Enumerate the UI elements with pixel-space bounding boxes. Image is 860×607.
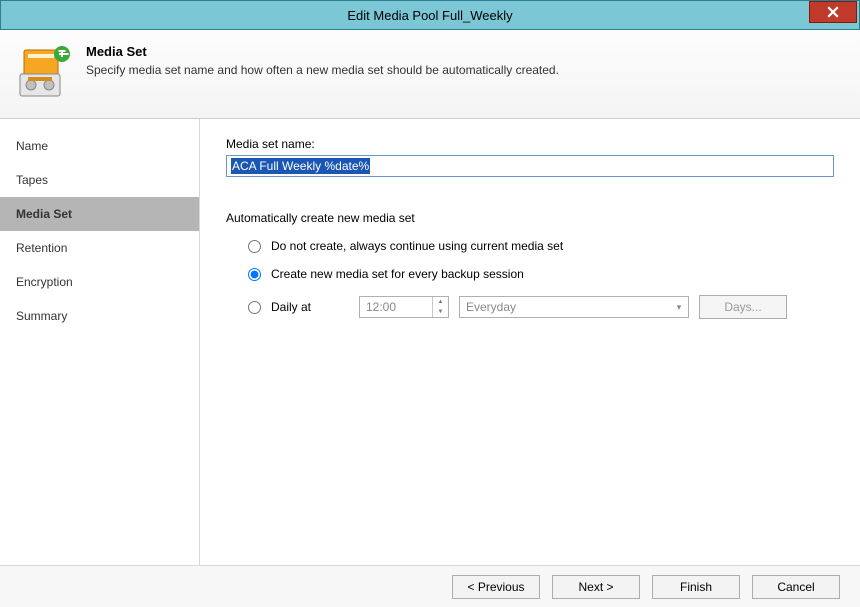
close-icon [827,6,839,18]
radio-per-session-label: Create new media set for every backup se… [271,267,524,281]
wizard-body: Name Tapes Media Set Retention Encryptio… [0,119,860,565]
sidebar-item-summary[interactable]: Summary [0,299,199,333]
close-button[interactable] [809,1,857,23]
wizard-content: Media set name: ACA Full Weekly %date% A… [200,119,860,565]
finish-button[interactable]: Finish [652,575,740,599]
window-title: Edit Media Pool Full_Weekly [1,8,859,23]
radio-row-per-session: Create new media set for every backup se… [226,267,834,281]
media-set-name-input[interactable]: ACA Full Weekly %date% [226,155,834,177]
spinner-up-icon: ▲ [433,297,448,307]
wizard-sidebar: Name Tapes Media Set Retention Encryptio… [0,119,200,565]
spinner-down-icon: ▼ [433,307,448,317]
wizard-header: Media Set Specify media set name and how… [0,30,860,119]
media-set-name-label: Media set name: [226,137,834,151]
radio-do-not-create-label: Do not create, always continue using cur… [271,239,563,253]
auto-create-section-title: Automatically create new media set [226,211,834,225]
cancel-button[interactable]: Cancel [752,575,840,599]
media-set-icon [18,44,74,100]
chevron-down-icon: ▾ [670,302,688,313]
sidebar-item-tapes[interactable]: Tapes [0,163,199,197]
daily-time-value: 12:00 [360,300,432,314]
radio-daily[interactable] [248,301,261,314]
daily-time-spinner[interactable]: 12:00 ▲ ▼ [359,296,449,318]
sidebar-item-media-set[interactable]: Media Set [0,197,199,231]
daily-frequency-combo[interactable]: Everyday ▾ [459,296,689,318]
wizard-footer: < Previous Next > Finish Cancel [0,565,860,607]
radio-per-session[interactable] [248,268,261,281]
next-button[interactable]: Next > [552,575,640,599]
radio-daily-label: Daily at [271,300,331,314]
sidebar-item-name[interactable]: Name [0,129,199,163]
radio-row-do-not-create: Do not create, always continue using cur… [226,239,834,253]
daily-frequency-value: Everyday [460,300,670,314]
titlebar: Edit Media Pool Full_Weekly [0,0,860,30]
header-title: Media Set [86,44,559,59]
radio-do-not-create[interactable] [248,240,261,253]
days-button[interactable]: Days... [699,295,787,319]
sidebar-item-encryption[interactable]: Encryption [0,265,199,299]
sidebar-item-retention[interactable]: Retention [0,231,199,265]
previous-button[interactable]: < Previous [452,575,540,599]
radio-row-daily: Daily at 12:00 ▲ ▼ Everyday ▾ Days... [226,295,834,319]
header-description: Specify media set name and how often a n… [86,63,559,77]
media-set-name-value: ACA Full Weekly %date% [231,158,370,174]
